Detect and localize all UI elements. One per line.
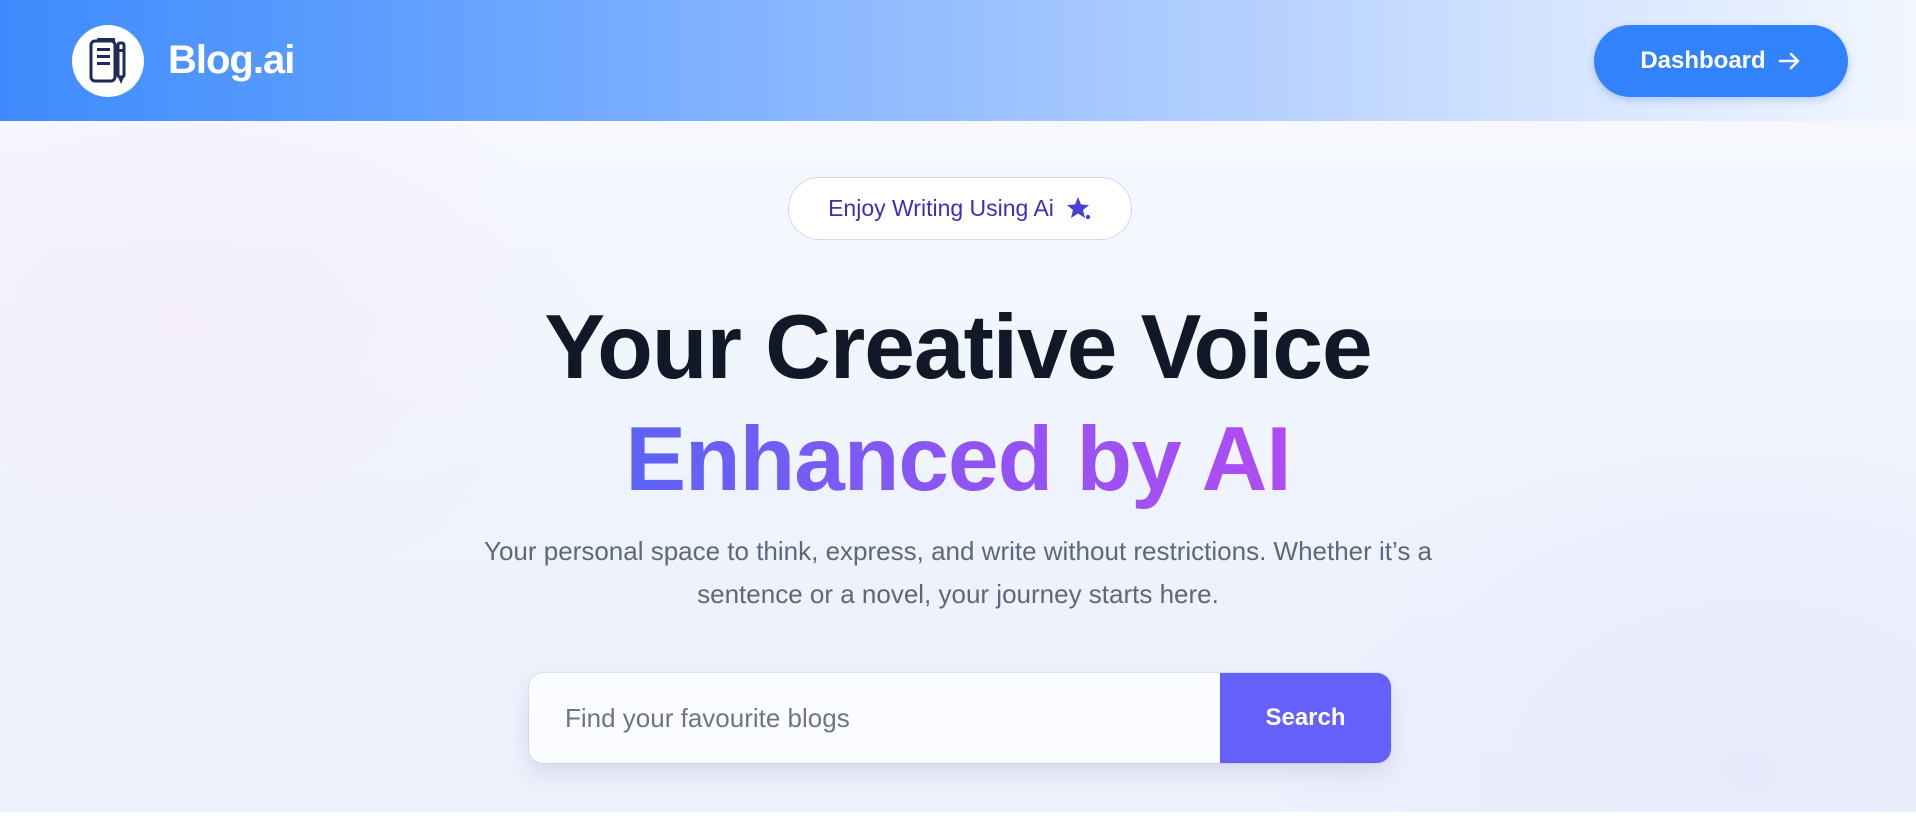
hero-title-line2: Enhanced by AI bbox=[0, 405, 1916, 515]
hero-subtitle: Your personal space to think, express, a… bbox=[458, 530, 1458, 616]
search-button[interactable]: Search bbox=[1220, 673, 1391, 763]
landing-page: Blog.ai Dashboard Enjoy Writing Using Ai… bbox=[0, 0, 1916, 826]
feature-pill-label: Enjoy Writing Using Ai bbox=[828, 195, 1054, 221]
brand-name[interactable]: Blog.ai bbox=[168, 36, 295, 84]
search-input[interactable] bbox=[529, 673, 1220, 763]
hero-subtitle-line1: Your personal space to think, express, a… bbox=[483, 536, 1433, 566]
hero-title-gradient-text: Enhanced by AI bbox=[625, 409, 1291, 510]
notebook-pen-icon bbox=[89, 38, 126, 84]
dashboard-button[interactable]: Dashboard bbox=[1594, 25, 1848, 97]
search-bar: Search bbox=[529, 673, 1391, 763]
hero-title-line1: Your Creative Voice bbox=[544, 297, 1372, 398]
feature-pill: Enjoy Writing Using Ai bbox=[788, 177, 1132, 240]
sparkle-star-icon bbox=[1066, 196, 1091, 219]
hero-section: Enjoy Writing Using Ai Your Creative Voi… bbox=[0, 121, 1916, 812]
dashboard-button-label: Dashboard bbox=[1640, 47, 1766, 74]
top-navbar: Blog.ai Dashboard bbox=[0, 0, 1916, 121]
arrow-right-icon bbox=[1778, 52, 1799, 70]
logo[interactable] bbox=[72, 25, 144, 97]
hero-subtitle-line2: sentence or a novel, your journey starts… bbox=[697, 579, 1219, 609]
